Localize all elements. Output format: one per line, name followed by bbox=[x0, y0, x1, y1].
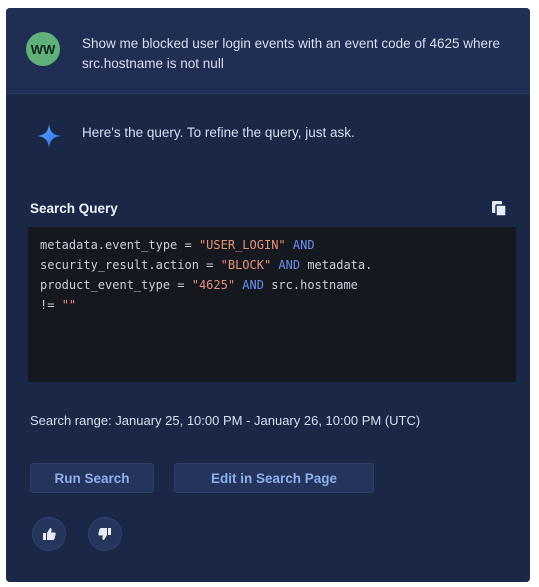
code-line: metadata.event_type = "USER_LOGIN" AND bbox=[40, 235, 504, 255]
assistant-intro-text: Here's the query. To refine the query, j… bbox=[82, 125, 355, 140]
thumbs-up-button[interactable] bbox=[32, 517, 66, 551]
code-line: security_result.action = "BLOCK" AND met… bbox=[40, 255, 504, 275]
user-avatar: WW bbox=[26, 32, 60, 66]
code-string: "BLOCK" bbox=[220, 258, 272, 272]
thumbs-up-icon bbox=[43, 528, 56, 540]
user-message-text: Show me blocked user login events with a… bbox=[82, 36, 501, 71]
code-keyword: AND bbox=[235, 278, 264, 292]
code-text: != bbox=[40, 298, 62, 312]
run-search-button[interactable]: Run Search bbox=[30, 463, 154, 493]
search-range-text: Search range: January 25, 10:00 PM - Jan… bbox=[30, 413, 421, 428]
chat-panel: WW Show me blocked user login events wit… bbox=[6, 8, 530, 582]
copy-icon[interactable] bbox=[490, 199, 508, 217]
thumbs-down-icon bbox=[98, 528, 111, 540]
gemini-spark-icon bbox=[37, 124, 61, 148]
code-text: security_result.action = bbox=[40, 258, 221, 272]
code-line: product_event_type = "4625" AND src.host… bbox=[40, 275, 504, 295]
search-query-label: Search Query bbox=[30, 201, 118, 216]
thumbs-down-button[interactable] bbox=[88, 517, 122, 551]
code-text: metadata.event_type = bbox=[40, 238, 199, 252]
assistant-response: Here's the query. To refine the query, j… bbox=[6, 95, 530, 582]
edit-in-search-page-button[interactable]: Edit in Search Page bbox=[174, 463, 374, 493]
code-text: src.hostname bbox=[263, 278, 358, 292]
code-string: "" bbox=[61, 298, 77, 312]
code-keyword: AND bbox=[285, 238, 315, 252]
code-text: metadata. bbox=[300, 258, 373, 272]
query-code-block[interactable]: metadata.event_type = "USER_LOGIN" AND s… bbox=[28, 227, 516, 382]
code-keyword: AND bbox=[271, 258, 301, 272]
code-string: "4625" bbox=[191, 278, 236, 292]
code-text: product_event_type = bbox=[40, 278, 192, 292]
code-string: "USER_LOGIN" bbox=[198, 238, 286, 252]
user-message: WW Show me blocked user login events wit… bbox=[6, 8, 530, 94]
code-line: != "" bbox=[40, 295, 504, 315]
